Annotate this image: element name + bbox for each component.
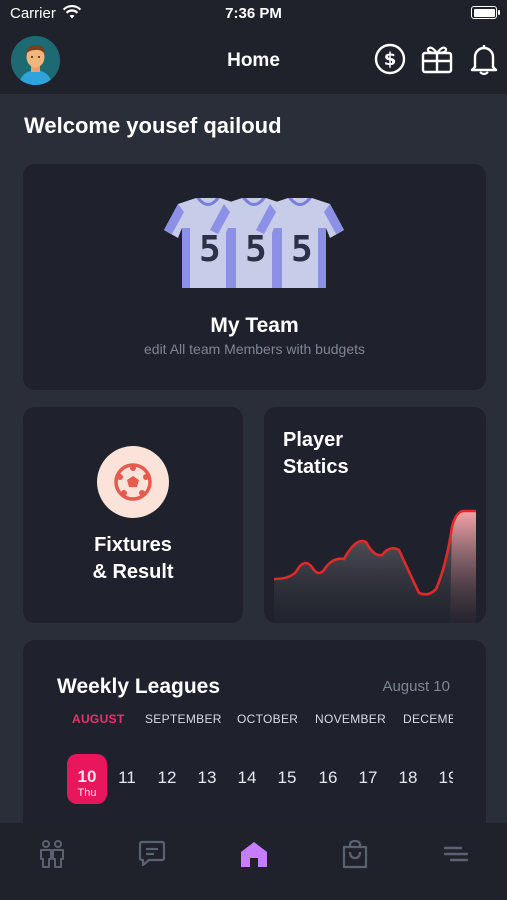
my-team-title: My Team (210, 314, 299, 337)
day-weekday: Thu (77, 787, 97, 799)
month-tab[interactable]: DECEMBER (403, 712, 453, 726)
team-tab-icon[interactable] (35, 837, 69, 871)
day-item[interactable]: 16 (311, 768, 345, 788)
menu-tab-icon[interactable] (439, 837, 473, 871)
shopping-bag-tab-icon[interactable] (338, 837, 372, 871)
home-tab-icon[interactable] (237, 837, 271, 871)
welcome-heading: Welcome yousef qailoud (24, 113, 282, 138)
chat-tab-icon[interactable] (135, 837, 169, 871)
month-selector[interactable]: AUGUST SEPTEMBER OCTOBER NOVEMBER DECEMB… (57, 712, 453, 732)
svg-text:$: $ (384, 49, 397, 70)
month-tab[interactable]: SEPTEMBER (145, 712, 222, 726)
day-selected[interactable]: 10 Thu (67, 754, 107, 804)
day-item[interactable]: 12 (150, 768, 184, 788)
day-selector[interactable]: 10 Thu 11 12 13 14 15 16 17 18 19 (57, 754, 453, 804)
fixtures-title: Fixtures & Result (23, 532, 243, 586)
day-item[interactable]: 17 (351, 768, 385, 788)
jersey-number: 5 (199, 229, 221, 270)
jersey-number: 5 (245, 229, 267, 270)
dollar-coin-icon[interactable]: $ (373, 42, 407, 76)
day-number: 10 (77, 767, 97, 786)
month-tab[interactable]: AUGUST (72, 712, 124, 726)
battery-icon (471, 6, 500, 19)
fixtures-title-line1: Fixtures (94, 534, 172, 556)
my-team-card[interactable]: 5 5 5 My Team edit All team Members with… (23, 164, 486, 390)
my-team-subtitle: edit All team Members with budgets (144, 341, 365, 357)
gift-icon[interactable] (420, 42, 454, 76)
weekly-leagues-date: August 10 (382, 678, 450, 695)
day-item[interactable]: 19 (431, 768, 453, 788)
bell-icon[interactable] (467, 42, 501, 76)
top-nav-bar: Home $ (0, 28, 507, 94)
month-tab[interactable]: NOVEMBER (315, 712, 386, 726)
day-item[interactable]: 14 (230, 768, 264, 788)
bottom-tab-bar (0, 823, 507, 900)
team-jerseys-illustration: 5 5 5 (164, 198, 344, 288)
day-item[interactable]: 15 (270, 768, 304, 788)
soccer-ball-icon (97, 446, 169, 518)
fixtures-card[interactable]: Fixtures & Result (23, 407, 243, 623)
clock: 7:36 PM (225, 5, 282, 22)
player-statics-line2: Statics (283, 456, 349, 478)
player-statics-card[interactable]: Player Statics (264, 407, 486, 623)
jersey-number: 5 (291, 229, 313, 270)
month-tab[interactable]: OCTOBER (237, 712, 298, 726)
fixtures-title-line2: & Result (92, 561, 174, 583)
player-statics-title: Player Statics (283, 427, 349, 481)
player-statics-line1: Player (283, 429, 344, 451)
day-item[interactable]: 18 (391, 768, 425, 788)
day-item[interactable]: 13 (190, 768, 224, 788)
weekly-leagues-card: Weekly Leagues August 10 AUGUST SEPTEMBE… (23, 640, 486, 840)
status-bar: Carrier 7:36 PM (0, 0, 507, 28)
day-item[interactable]: 11 (110, 768, 144, 788)
weekly-leagues-title: Weekly Leagues (57, 675, 221, 698)
